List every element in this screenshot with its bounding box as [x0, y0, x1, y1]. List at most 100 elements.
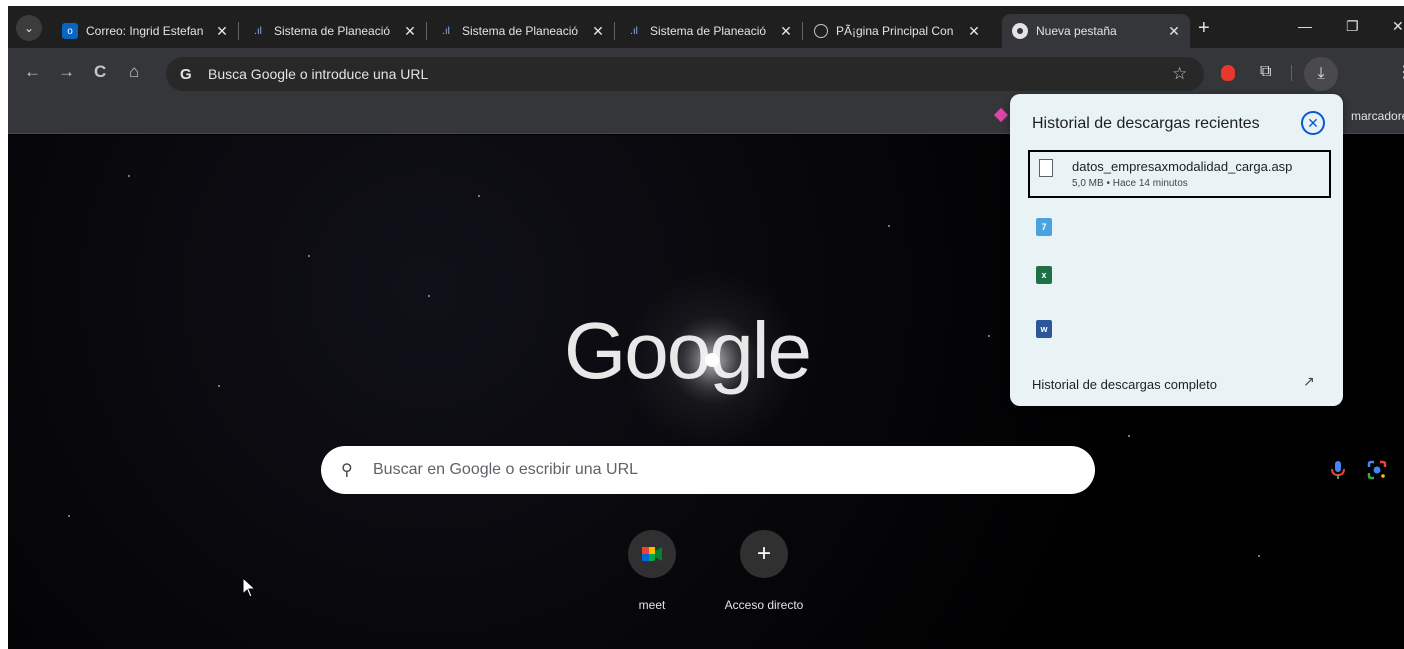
shortcut-add[interactable]: + Acceso directo [714, 530, 814, 612]
home-button[interactable]: ⌂ [129, 62, 139, 82]
plus-icon: + [740, 530, 788, 578]
arrow-left-icon: ← [24, 62, 41, 81]
star-decoration [428, 295, 430, 297]
download-icon: ⤓ [1317, 65, 1325, 82]
bookmark-icon[interactable] [993, 107, 1009, 123]
tab-planeacion-2[interactable]: .ıl Sistema de Planeació ✕ [428, 14, 614, 48]
tab-strip: ⌄ o Correo: Ingrid Estefan ✕ .ıl Sistema… [8, 6, 1404, 48]
google-meet-icon [628, 530, 676, 578]
light-flare [705, 353, 719, 367]
toolbar: ← → C ⌂ G Busca Google o introduce una U… [8, 48, 1404, 98]
close-icon[interactable]: ✕ [776, 23, 796, 40]
star-decoration [1258, 555, 1260, 557]
tab-title: Correo: Ingrid Estefan [86, 24, 204, 38]
forward-button[interactable]: → [58, 62, 75, 82]
full-download-history-link[interactable]: Historial de descargas completo [1032, 377, 1217, 392]
minimize-button[interactable]: — [1298, 18, 1312, 34]
tab-planeacion-1[interactable]: .ıl Sistema de Planeació ✕ [240, 14, 426, 48]
google-g-icon: G [180, 65, 192, 83]
star-decoration [988, 335, 990, 337]
search-placeholder: Buscar en Google o escribir una URL [373, 461, 639, 478]
arrow-right-icon: → [58, 62, 75, 81]
new-tab-button[interactable]: + [1198, 18, 1210, 38]
star-decoration [128, 175, 130, 177]
tab-separator [426, 22, 427, 40]
tab-separator [614, 22, 615, 40]
installer-file-icon[interactable]: 7 [1036, 218, 1052, 236]
tab-nueva-pestana[interactable]: Nueva pestaña ✕ [1002, 14, 1190, 48]
close-icon: ✕ [1307, 114, 1319, 131]
star-decoration [218, 385, 220, 387]
address-bar-placeholder: Busca Google o introduce una URL [208, 66, 429, 82]
search-icon: ⚲ [341, 462, 353, 479]
bookmark-star-button[interactable]: ☆ [1172, 64, 1187, 84]
mouse-cursor-icon [242, 577, 257, 598]
tab-title: Sistema de Planeació [274, 24, 391, 38]
shortcut-meet[interactable]: meet [602, 530, 702, 612]
tab-title: Sistema de Planeació [462, 24, 579, 38]
planning-system-icon: .ıl [630, 25, 638, 37]
planning-system-icon: .ıl [254, 25, 262, 37]
home-icon: ⌂ [129, 62, 140, 81]
star-decoration [308, 255, 310, 257]
close-icon[interactable]: ✕ [1164, 23, 1184, 40]
download-item[interactable]: datos_empresaxmodalidad_carga.asp 5,0 MB… [1028, 150, 1331, 198]
downloads-title: Historial de descargas recientes [1032, 115, 1260, 132]
planning-system-icon: .ıl [442, 25, 450, 37]
tab-search-button[interactable]: ⌄ [16, 15, 42, 41]
close-icon[interactable]: ✕ [588, 23, 608, 40]
tab-title: PÃ¡gina Principal Con [836, 24, 954, 38]
google-lens-icon[interactable] [1367, 460, 1387, 480]
reload-icon: C [94, 62, 107, 81]
star-icon: ☆ [1172, 64, 1188, 83]
download-meta: 5,0 MB • Hace 14 minutos [1072, 178, 1188, 189]
star-decoration [68, 515, 70, 517]
tab-title: Nueva pestaña [1036, 24, 1117, 38]
back-button[interactable]: ← [24, 62, 41, 82]
shortcut-label: meet [638, 598, 666, 612]
restore-icon: ❐ [1346, 18, 1359, 34]
tab-planeacion-3[interactable]: .ıl Sistema de Planeació ✕ [616, 14, 802, 48]
shortcut-label: Acceso directo [724, 598, 804, 612]
star-decoration [1128, 435, 1130, 437]
kebab-icon: ⋮ [1396, 64, 1404, 81]
globe-icon [814, 24, 828, 38]
restore-button[interactable]: ❐ [1346, 18, 1359, 35]
tab-separator [238, 22, 239, 40]
excel-file-icon[interactable]: x [1036, 266, 1052, 284]
chevron-down-icon: ⌄ [23, 21, 35, 35]
minimize-icon: — [1298, 18, 1312, 34]
downloads-button[interactable]: ⤓ [1304, 57, 1338, 91]
adblock-extension-icon[interactable] [1221, 65, 1235, 81]
downloads-bubble: Historial de descargas recientes ✕ datos… [1010, 94, 1343, 406]
extensions-button[interactable]: ⧉ [1260, 63, 1271, 81]
tab-outlook[interactable]: o Correo: Ingrid Estefan ✕ [52, 14, 238, 48]
close-window-button[interactable]: ✕ [1392, 18, 1404, 35]
close-downloads-button[interactable]: ✕ [1301, 111, 1325, 135]
close-icon: ✕ [1392, 18, 1404, 34]
google-logo: Google [564, 306, 812, 395]
word-file-icon[interactable]: w [1036, 320, 1052, 338]
close-icon[interactable]: ✕ [212, 23, 232, 40]
close-icon[interactable]: ✕ [400, 23, 420, 40]
chrome-icon [1012, 23, 1028, 39]
address-bar[interactable]: G Busca Google o introduce una URL [166, 57, 1204, 91]
microphone-icon[interactable] [1330, 460, 1346, 480]
tab-title: Sistema de Planeació [650, 24, 767, 38]
puzzle-icon: ⧉ [1260, 63, 1272, 80]
star-decoration [888, 225, 890, 227]
all-bookmarks-link[interactable]: marcadore [1351, 109, 1404, 123]
open-external-icon[interactable]: ↗ [1303, 373, 1315, 390]
outlook-icon: o [62, 23, 78, 39]
close-icon[interactable]: ✕ [964, 23, 984, 40]
plus-icon: + [1198, 17, 1210, 39]
tab-pagina-principal[interactable]: PÃ¡gina Principal Con ✕ [804, 14, 990, 48]
reload-button[interactable]: C [94, 62, 106, 82]
tab-separator [802, 22, 803, 40]
menu-button[interactable]: ⋮ [1396, 62, 1404, 82]
download-filename: datos_empresaxmodalidad_carga.asp [1072, 159, 1293, 174]
file-icon [1039, 159, 1053, 177]
google-search-box[interactable]: ⚲ Buscar en Google o escribir una URL [321, 446, 1387, 494]
star-decoration [478, 195, 480, 197]
browser-window: ⌄ o Correo: Ingrid Estefan ✕ .ıl Sistema… [8, 6, 1404, 649]
